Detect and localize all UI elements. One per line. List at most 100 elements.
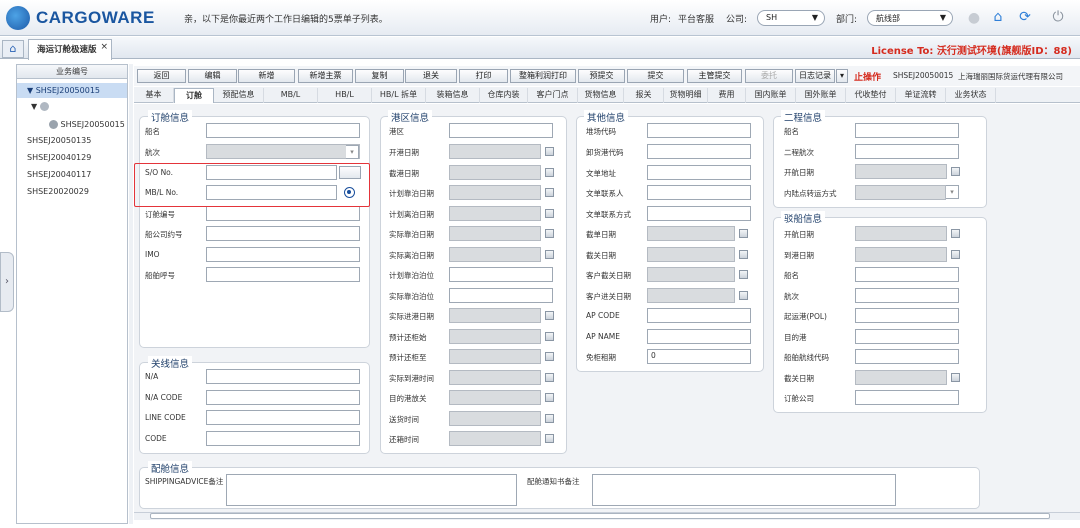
company-select[interactable]: SH ▼	[757, 10, 825, 26]
splitter[interactable]	[129, 64, 133, 524]
sub-tab[interactable]: 仓库内装	[480, 88, 528, 103]
tree-item[interactable]: SHSEJ20050135	[17, 133, 127, 148]
field-input[interactable]	[206, 390, 360, 405]
field-input[interactable]	[206, 226, 360, 241]
refresh-icon[interactable]: ⟳	[1017, 9, 1033, 25]
sub-tab[interactable]: 代收垫付	[846, 88, 896, 103]
field-input[interactable]	[855, 185, 946, 200]
sub-tab[interactable]: HB/L 拆单	[372, 88, 426, 103]
sub-tab[interactable]: 货物信息	[578, 88, 624, 103]
calendar-icon[interactable]	[545, 229, 554, 238]
field-input[interactable]	[449, 329, 541, 344]
calendar-icon[interactable]	[545, 414, 554, 423]
calendar-icon[interactable]	[545, 209, 554, 218]
calendar-icon[interactable]	[739, 250, 748, 259]
field-input[interactable]	[855, 164, 947, 179]
field-input[interactable]	[855, 349, 959, 364]
field-input[interactable]	[855, 144, 959, 159]
sub-tab[interactable]: 业务状态	[946, 88, 996, 103]
tree-item[interactable]: SHSEJ20040129	[17, 150, 127, 165]
stop-operation[interactable]: 止操作	[854, 70, 881, 83]
field-input[interactable]	[449, 165, 541, 180]
calendar-icon[interactable]	[739, 291, 748, 300]
field-input[interactable]	[647, 267, 735, 282]
field-input[interactable]	[647, 185, 751, 200]
sub-tab[interactable]: 单证流转	[896, 88, 946, 103]
field-input[interactable]	[449, 144, 541, 159]
field-input[interactable]	[647, 349, 751, 364]
log-select[interactable]: 日志记录	[795, 69, 835, 83]
field-input[interactable]	[855, 390, 959, 405]
calendar-icon[interactable]	[545, 352, 554, 361]
home-icon[interactable]: ⌂	[990, 9, 1006, 25]
field-input[interactable]	[449, 288, 553, 303]
calendar-icon[interactable]	[739, 270, 748, 279]
field-input[interactable]	[449, 206, 541, 221]
sub-tab[interactable]: HB/L	[318, 88, 372, 103]
field-input[interactable]	[647, 329, 751, 344]
tree-item[interactable]: SHSE20020029	[17, 184, 127, 199]
calendar-icon[interactable]	[951, 373, 960, 382]
field-input[interactable]	[855, 288, 959, 303]
field-input[interactable]	[855, 226, 947, 241]
calendar-icon[interactable]	[545, 311, 554, 320]
sub-tab[interactable]: 基本	[134, 88, 174, 103]
calendar-icon[interactable]	[545, 168, 554, 177]
field-input[interactable]	[449, 431, 541, 446]
expand-handle[interactable]: ›	[0, 252, 14, 312]
tree-item[interactable]: ▼ SHSEJ20050015	[17, 83, 127, 98]
field-input[interactable]	[647, 165, 751, 180]
toolbar-button[interactable]: 退关	[405, 69, 457, 83]
field-input[interactable]	[647, 123, 751, 138]
power-icon[interactable]: ⏻	[1050, 9, 1066, 25]
field-input[interactable]	[449, 370, 541, 385]
calendar-icon[interactable]	[739, 229, 748, 238]
chevron-down-icon[interactable]: ▾	[836, 69, 848, 83]
tree-item[interactable]: SHSEJ20040117	[17, 167, 127, 182]
field-input[interactable]	[206, 144, 360, 159]
field-input[interactable]	[449, 411, 541, 426]
stowage-notice-textarea[interactable]	[592, 474, 896, 506]
calendar-icon[interactable]	[951, 250, 960, 259]
field-input[interactable]	[449, 226, 541, 241]
calendar-icon[interactable]	[545, 393, 554, 402]
chevron-down-icon[interactable]: ▾	[346, 145, 359, 159]
toolbar-button[interactable]: 编辑	[188, 69, 237, 83]
calendar-icon[interactable]	[545, 332, 554, 341]
field-input[interactable]	[449, 267, 553, 282]
vertical-scrollbar[interactable]	[1070, 104, 1080, 512]
toolbar-button[interactable]: 复制	[355, 69, 404, 83]
field-input[interactable]	[449, 390, 541, 405]
calendar-icon[interactable]	[545, 250, 554, 259]
scroll-thumb[interactable]	[150, 513, 1050, 519]
field-input[interactable]	[855, 329, 959, 344]
field-input[interactable]	[206, 247, 360, 262]
tree-node[interactable]: ▼	[17, 99, 127, 114]
toolbar-button[interactable]: 新增主票	[298, 69, 353, 83]
toolbar-button[interactable]: 主管提交	[687, 69, 742, 83]
field-input[interactable]	[206, 267, 360, 282]
field-input[interactable]	[647, 288, 735, 303]
field-input[interactable]	[206, 410, 360, 425]
sub-tab[interactable]: 货物明细	[664, 88, 708, 103]
tab-sea-booking[interactable]: 海运订舱极速版 ×	[28, 39, 112, 60]
field-input[interactable]	[449, 349, 541, 364]
sub-tab[interactable]: 费用	[708, 88, 746, 103]
field-input[interactable]	[855, 123, 959, 138]
toolbar-button[interactable]: 预提交	[578, 69, 625, 83]
sub-tab[interactable]: 国外账单	[796, 88, 846, 103]
sub-tab[interactable]: 报关	[624, 88, 664, 103]
sub-tab[interactable]: 装箱信息	[426, 88, 480, 103]
field-input[interactable]	[647, 144, 751, 159]
bell-icon[interactable]: ●	[966, 10, 982, 26]
calendar-icon[interactable]	[545, 434, 554, 443]
mbl-radio[interactable]	[344, 187, 355, 198]
field-input[interactable]	[449, 123, 553, 138]
toolbar-button[interactable]: 新增	[238, 69, 295, 83]
calendar-icon[interactable]	[951, 167, 960, 176]
field-input[interactable]	[647, 308, 751, 323]
dept-select[interactable]: 航线部 ▼	[867, 10, 953, 26]
field-input[interactable]	[855, 267, 959, 282]
toolbar-button[interactable]: 打印	[459, 69, 508, 83]
toolbar-button[interactable]: 提交	[627, 69, 684, 83]
